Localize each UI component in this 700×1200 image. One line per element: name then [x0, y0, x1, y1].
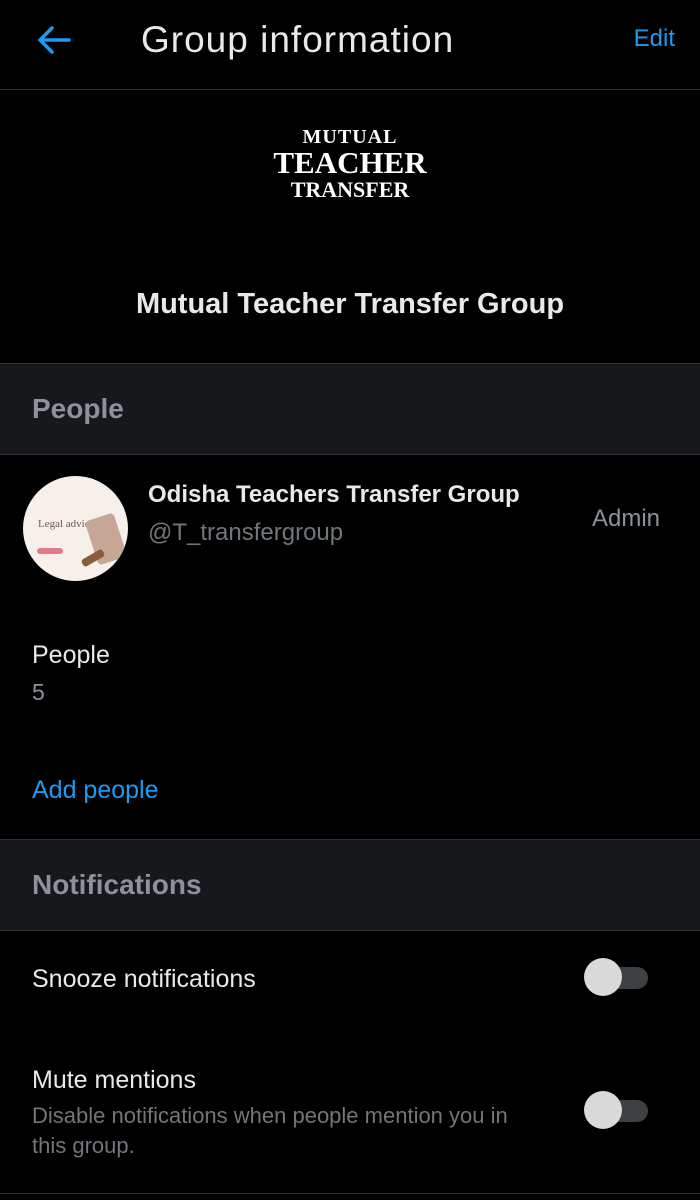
mute-mentions-description: Disable notifications when people mentio… [32, 1103, 508, 1158]
edit-button[interactable]: Edit [634, 22, 675, 56]
group-name: Mutual Teacher Transfer Group [135, 288, 565, 320]
back-button[interactable] [30, 18, 78, 62]
group-logo: MUTUAL TEACHER TRANSFER [0, 126, 700, 202]
add-people-link[interactable]: Add people [32, 772, 159, 808]
people-count-label: People [32, 641, 110, 669]
people-section-header: People [0, 363, 700, 455]
logo-line-2: TEACHER [273, 145, 427, 180]
member-handle: @T_transfergroup [148, 519, 344, 546]
page-title: Group information [141, 19, 455, 60]
arrow-left-icon [38, 26, 71, 54]
people-section-title: People [32, 393, 124, 424]
top-bar: Group information Edit [0, 0, 700, 90]
people-count-value: 5 [32, 679, 45, 705]
snooze-notifications-row: Snooze notifications [0, 932, 700, 1028]
mute-mentions-toggle[interactable] [584, 1090, 648, 1129]
snooze-notifications-toggle[interactable] [584, 957, 648, 996]
snooze-notifications-label: Snooze notifications [32, 965, 256, 993]
member-name: Odisha Teachers Transfer Group [148, 481, 520, 508]
member-row[interactable]: Legal advice Odisha Teachers Transfer Gr… [0, 456, 700, 586]
mute-mentions-label: Mute mentions [32, 1066, 196, 1094]
logo-line-3: TRANSFER [290, 177, 410, 202]
avatar: Legal advice [23, 476, 128, 581]
notifications-section-title: Notifications [32, 869, 202, 900]
member-role-badge: Admin [591, 505, 660, 532]
divider [0, 1193, 700, 1194]
notifications-section-header: Notifications [0, 839, 700, 931]
mute-mentions-row: Mute mentions Disable notifications when… [0, 1030, 700, 1190]
